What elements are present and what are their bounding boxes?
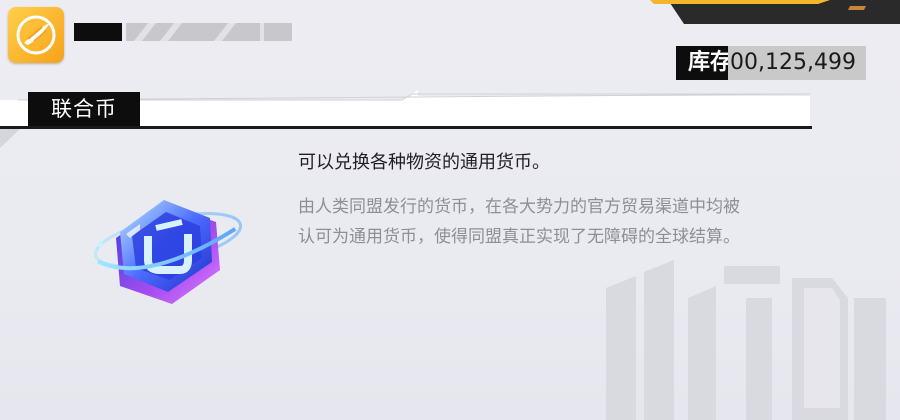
item-name: 联合币 — [28, 92, 140, 126]
item-detail-page: 库存 00,125,499 联合币 可以兑换各种物资的通用货币。 由人类同盟发行… — [0, 0, 900, 420]
spark-feather-icon[interactable] — [8, 7, 64, 63]
inventory-value: 00,125,499 — [728, 46, 866, 80]
item-summary: 可以兑换各种物资的通用货币。 — [298, 152, 550, 173]
item-description-line: 由人类同盟发行的货币，在各大势力的官方贸易渠道中均被 — [298, 197, 740, 217]
hexagon-crystal-currency-icon — [93, 200, 243, 304]
background-watermark — [606, 260, 886, 420]
header-title-bar — [74, 23, 292, 41]
inventory-counter: 库存 00,125,499 — [676, 46, 866, 80]
item-description: 由人类同盟发行的货币，在各大势力的官方贸易渠道中均被 认可为通用货币，使得同盟真… — [298, 192, 878, 252]
item-description-line: 认可为通用货币，使得同盟真正实现了无障碍的全球结算。 — [298, 227, 740, 247]
item-title-banner: 联合币 — [0, 82, 900, 152]
inventory-label: 库存 — [676, 46, 737, 80]
